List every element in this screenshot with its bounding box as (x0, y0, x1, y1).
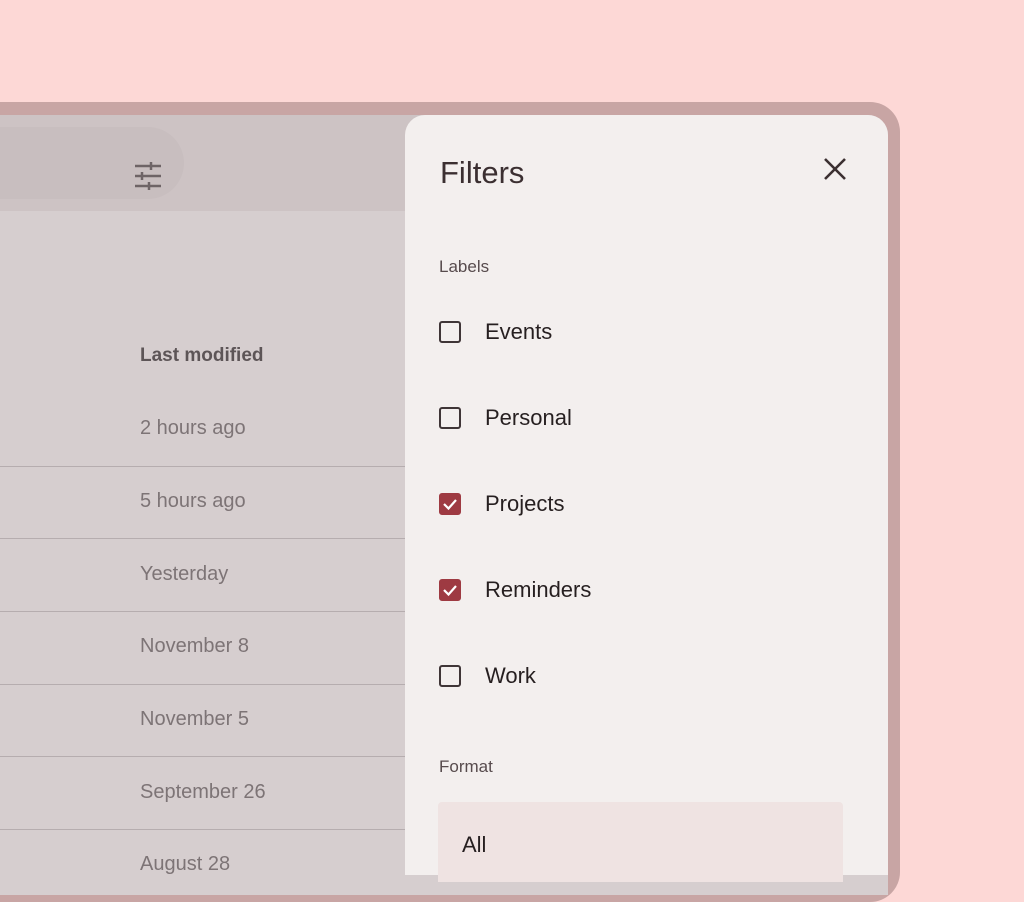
checkbox-work[interactable]: Work (439, 656, 536, 696)
labels-heading: Labels (439, 257, 490, 276)
checkbox-checked-icon[interactable] (439, 579, 461, 601)
checkbox-reminders[interactable]: Reminders (439, 570, 591, 610)
checkmark-icon (443, 585, 457, 597)
checkbox-projects[interactable]: Projects (439, 484, 564, 524)
filters-panel: Filters Labels Events Personal Projects (405, 115, 888, 882)
close-button[interactable] (817, 151, 853, 187)
checkbox-events[interactable]: Events (439, 312, 552, 352)
row-modified-text: August 28 (140, 853, 231, 875)
checkbox-label: Reminders (485, 577, 592, 602)
format-select-value: All (462, 832, 487, 857)
checkbox-checked-icon[interactable] (439, 493, 461, 515)
row-modified-text: 2 hours ago (140, 417, 246, 439)
column-header-last-modified: Last modified (140, 345, 264, 366)
row-modified-text: Yesterday (140, 563, 229, 585)
row-modified-text: November 8 (140, 635, 249, 657)
checkbox-label: Events (485, 319, 553, 344)
checkbox-unchecked-icon[interactable] (439, 665, 461, 687)
checkbox-label: Personal (485, 405, 572, 430)
checkbox-unchecked-icon[interactable] (439, 321, 461, 343)
checkbox-unchecked-icon[interactable] (439, 407, 461, 429)
checkbox-label: Projects (485, 491, 565, 516)
checkmark-icon (443, 499, 457, 511)
row-modified-text: September 26 (140, 781, 266, 803)
format-select[interactable]: All (438, 802, 843, 882)
checkbox-label: Work (485, 663, 536, 688)
format-heading: Format (439, 757, 493, 776)
tune-icon (135, 162, 161, 190)
row-modified-text: November 5 (140, 708, 249, 730)
checkbox-personal[interactable]: Personal (439, 398, 572, 438)
panel-title: Filters (440, 155, 525, 190)
search-bar[interactable] (0, 127, 184, 199)
filter-button[interactable] (130, 158, 166, 194)
close-icon (824, 158, 846, 180)
row-modified-text: 5 hours ago (140, 490, 246, 512)
